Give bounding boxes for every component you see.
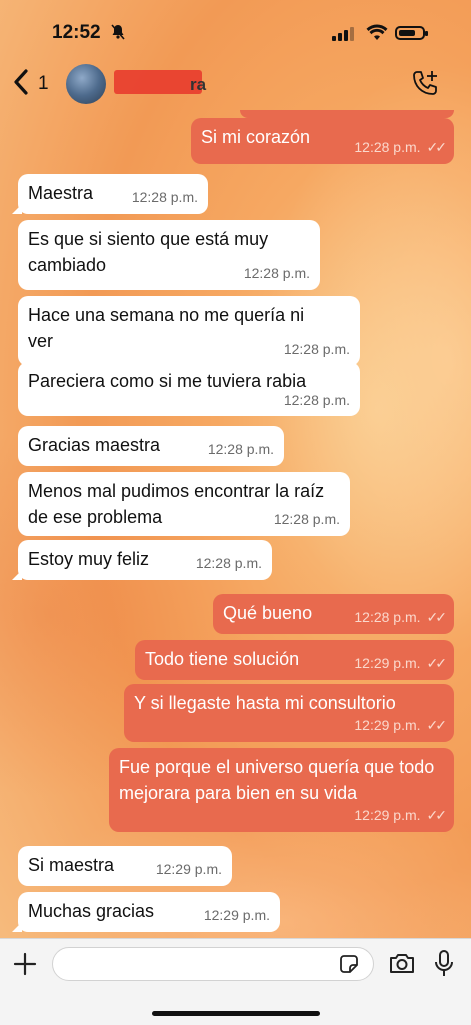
message-outgoing[interactable]: Qué bueno 12:28 p.m. ✓✓ — [213, 594, 454, 634]
message-meta: 12:29 p.m. ✓✓ — [354, 802, 448, 828]
message-time: 12:28 p.m. — [354, 609, 421, 625]
silent-mode-icon — [111, 24, 125, 43]
cellular-signal-icon — [332, 27, 356, 41]
message-incoming[interactable]: Es que si siento que está muy cambiado 1… — [18, 220, 320, 290]
battery-icon — [395, 26, 428, 40]
message-list: Si mi corazón 12:28 p.m. ✓✓ Maestra 12:28… — [0, 110, 471, 940]
message-time: 12:28 p.m. — [273, 511, 340, 527]
message-incoming[interactable]: Estoy muy feliz 12:28 p.m. — [12, 540, 272, 580]
message-time: 12:29 p.m. — [203, 907, 270, 923]
message-input[interactable] — [52, 947, 374, 981]
message-text: Fue porque el universo quería que todo m… — [119, 757, 435, 803]
home-indicator — [152, 1011, 320, 1016]
unread-count[interactable]: 1 — [38, 73, 49, 95]
status-bar: 12:52 — [0, 0, 471, 56]
message-outgoing[interactable]: Fue porque el universo quería que todo m… — [109, 748, 454, 832]
message-time: 12:28 p.m. — [195, 555, 262, 571]
camera-icon[interactable] — [388, 951, 416, 980]
read-ticks-icon: ✓✓ — [426, 807, 448, 823]
message-composer — [0, 938, 471, 1025]
back-chevron-icon[interactable] — [12, 68, 30, 101]
message-meta: 12:28 p.m. ✓✓ — [354, 604, 448, 630]
contact-name[interactable]: ra — [190, 75, 206, 95]
message-time: 12:28 p.m. — [243, 265, 310, 281]
message-meta: 12:29 p.m. ✓✓ — [354, 712, 448, 738]
message-time: 12:29 p.m. — [155, 861, 222, 877]
read-ticks-icon: ✓✓ — [426, 717, 448, 733]
message-incoming[interactable]: Si maestra 12:29 p.m. — [18, 846, 232, 886]
message-outgoing[interactable]: Y si llegaste hasta mi consultorio 12:29… — [124, 684, 454, 742]
sticker-icon[interactable] — [338, 953, 360, 980]
message-incoming[interactable]: Hace una semana no me quería ni ver 12:2… — [18, 296, 360, 366]
message-time: 12:28 p.m. — [131, 189, 198, 205]
redaction-mark — [114, 70, 202, 94]
read-ticks-icon: ✓✓ — [426, 655, 448, 671]
read-ticks-icon: ✓✓ — [426, 609, 448, 625]
message-time: 12:28 p.m. — [283, 341, 350, 357]
status-time: 12:52 — [52, 22, 101, 43]
message-incoming[interactable]: Gracias maestra 12:28 p.m. — [18, 426, 284, 466]
message-time: 12:28 p.m. — [283, 392, 350, 408]
message-meta: 12:29 p.m. ✓✓ — [354, 650, 448, 676]
message-time: 12:28 p.m. — [207, 441, 274, 457]
message-incoming[interactable]: Menos mal pudimos encontrar la raíz de e… — [18, 472, 350, 536]
message-meta: 12:28 p.m. ✓✓ — [354, 134, 448, 160]
message-outgoing[interactable]: Si mi corazón 12:28 p.m. ✓✓ — [191, 118, 454, 164]
message-outgoing[interactable]: Todo tiene solución 12:29 p.m. ✓✓ — [135, 640, 454, 680]
chat-header: 1 ra — [0, 56, 471, 110]
microphone-icon[interactable] — [434, 949, 454, 984]
message-time: 12:29 p.m. — [354, 807, 421, 823]
avatar[interactable] — [66, 64, 106, 104]
message-time: 12:28 p.m. — [354, 139, 421, 155]
previous-message-edge — [240, 110, 454, 118]
message-incoming[interactable]: Pareciera como si me tuviera rabia 12:28… — [18, 362, 360, 416]
read-ticks-icon: ✓✓ — [426, 139, 448, 155]
message-incoming[interactable]: Maestra 12:28 p.m. — [12, 174, 208, 214]
wifi-icon — [366, 24, 388, 46]
message-incoming[interactable]: Muchas gracias 12:29 p.m. — [12, 892, 280, 932]
message-time: 12:29 p.m. — [354, 717, 421, 733]
message-time: 12:29 p.m. — [354, 655, 421, 671]
plus-icon[interactable] — [12, 951, 38, 983]
add-call-icon[interactable] — [410, 68, 440, 103]
